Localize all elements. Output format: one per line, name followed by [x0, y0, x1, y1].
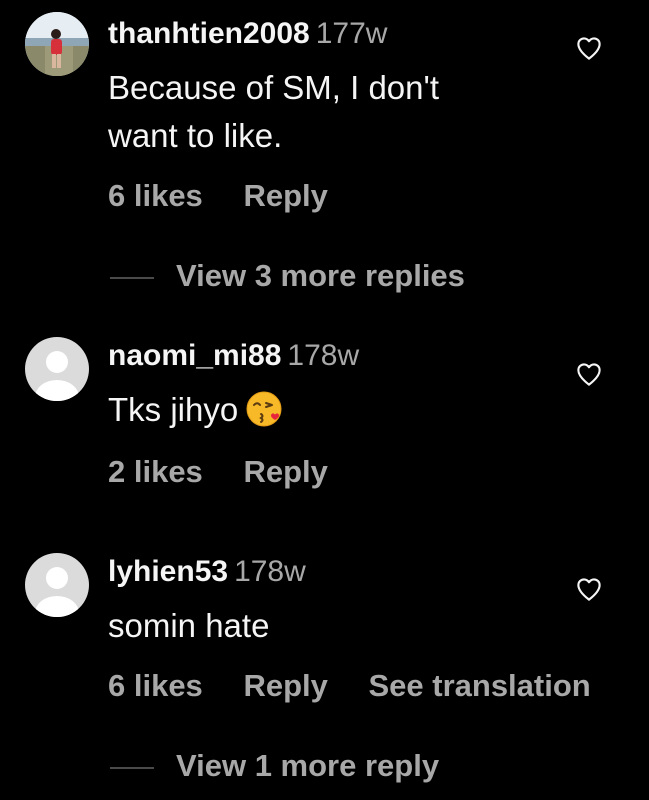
view-more-replies-label: View 3 more replies — [176, 258, 465, 293]
reply-button[interactable]: Reply — [243, 668, 327, 704]
view-more-replies-button[interactable]: View 3 more replies — [110, 258, 465, 294]
heart-icon[interactable] — [574, 359, 604, 389]
comment-header: naomi_mi88 178w — [108, 338, 359, 374]
view-more-replies-button[interactable]: View 1 more reply — [110, 748, 439, 784]
likes-count[interactable]: 2 likes — [108, 454, 203, 490]
comment-header: thanhtien2008 177w — [108, 16, 387, 52]
timestamp: 177w — [315, 17, 388, 50]
comment-header: lyhien53 178w — [108, 554, 306, 590]
heart-icon[interactable] — [574, 574, 604, 604]
reply-button[interactable]: Reply — [243, 454, 327, 490]
likes-count[interactable]: 6 likes — [108, 178, 203, 214]
heart-icon[interactable] — [574, 33, 604, 63]
comment-actions: 2 likes Reply — [108, 454, 328, 490]
divider-line — [110, 766, 154, 769]
divider-line — [110, 276, 154, 279]
username[interactable]: lyhien53 — [108, 555, 228, 588]
comment-text-content: Tks jihyo — [108, 391, 239, 428]
username[interactable]: thanhtien2008 — [108, 17, 310, 50]
comment-actions: 6 likes Reply See translation — [108, 668, 591, 704]
comment-actions: 6 likes Reply — [108, 178, 328, 214]
view-more-replies-label: View 1 more reply — [176, 748, 440, 783]
reply-button[interactable]: Reply — [243, 178, 327, 214]
timestamp: 178w — [287, 339, 360, 372]
avatar[interactable] — [25, 12, 89, 76]
see-translation-button[interactable]: See translation — [368, 668, 590, 704]
comment-text-line: Because of SM, I don't — [108, 69, 439, 106]
comment-text: somin hate — [108, 602, 269, 650]
face-blowing-kiss-emoji — [246, 391, 282, 427]
comment-text-content: somin hate — [108, 607, 270, 644]
comment-text: Tks jihyo — [108, 386, 284, 434]
username[interactable]: naomi_mi88 — [108, 339, 281, 372]
comment-text: Because of SM, I don't want to like. — [108, 64, 439, 160]
avatar[interactable] — [25, 553, 89, 617]
avatar[interactable] — [25, 337, 89, 401]
comment-text-line: want to like. — [108, 117, 283, 154]
timestamp: 178w — [234, 555, 306, 588]
likes-count[interactable]: 6 likes — [108, 668, 203, 704]
